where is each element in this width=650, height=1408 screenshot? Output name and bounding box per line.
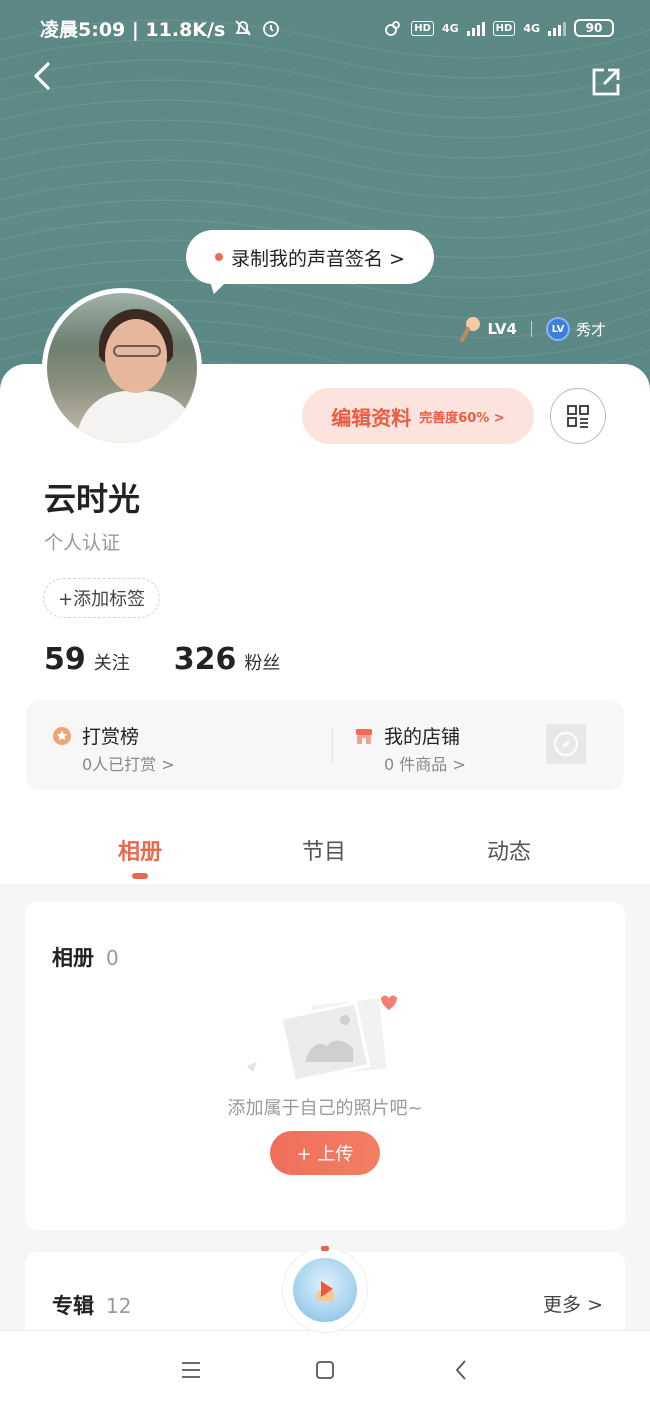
upload-button[interactable]: + 上传	[270, 1131, 380, 1175]
play-icon	[316, 1281, 334, 1301]
albums-more-link[interactable]: 更多 >	[543, 1290, 603, 1317]
active-tab-indicator	[132, 873, 148, 879]
link-icon	[385, 21, 401, 36]
user-name: 云时光	[44, 480, 141, 518]
content-tabs: 相册 节目 动态	[0, 826, 650, 886]
my-shop-title: 我的店铺	[384, 726, 461, 748]
rank-indicator[interactable]: LV 秀才	[545, 317, 606, 341]
player-floating-button[interactable]	[283, 1246, 367, 1332]
level-label: LV4	[487, 320, 517, 338]
level-row: LV4 LV 秀才	[459, 316, 606, 342]
my-shop-sub: 0 件商品 >	[384, 755, 466, 774]
qr-code-icon	[567, 405, 589, 428]
voice-signature-label: 录制我的声音签名 >	[231, 247, 405, 270]
notifications-off-icon	[235, 20, 251, 36]
empty-album-text: 添加属于自己的照片吧~	[227, 1098, 423, 1119]
battery-indicator: 90	[574, 19, 614, 37]
qr-code-button[interactable]	[550, 388, 606, 444]
microphone-icon	[460, 317, 481, 342]
status-bar: 凌晨5:09 | 11.8K/s HD 4G HD 4G 90	[40, 14, 614, 42]
hd-badge: HD	[411, 20, 434, 36]
compass-icon	[554, 732, 578, 756]
following-count: 59	[44, 642, 86, 677]
info-divider	[332, 728, 333, 764]
recent-apps-button[interactable]	[171, 1353, 211, 1387]
share-icon[interactable]	[590, 66, 622, 98]
avatar[interactable]	[42, 288, 202, 448]
menu-icon	[182, 1362, 200, 1378]
following-stat[interactable]: 59 关注	[44, 642, 130, 677]
player-indicator	[321, 1246, 329, 1251]
album-header: 相册 0	[52, 942, 119, 972]
reward-board-sub: 0人已打赏 >	[82, 755, 175, 774]
signal-strength-icon-2	[548, 20, 566, 36]
edit-profile-button[interactable]: 编辑资料 完善度60% >	[302, 388, 534, 444]
alarm-icon	[263, 21, 280, 37]
record-dot-icon	[215, 253, 224, 261]
level-indicator[interactable]: LV4	[459, 316, 517, 342]
reward-star-icon	[53, 727, 71, 745]
my-shop-entry[interactable]: 我的店铺 0 件商品 >	[354, 722, 466, 775]
tab-album[interactable]: 相册	[90, 834, 190, 866]
tab-activity[interactable]: 动态	[459, 834, 559, 866]
voice-signature-button[interactable]: 录制我的声音签名 >	[186, 230, 434, 294]
albums-title: 专辑	[52, 1294, 94, 1318]
completeness-label: 完善度60% >	[419, 410, 505, 426]
hd-badge-2: HD	[492, 20, 516, 36]
follow-stats: 59 关注 326 粉丝	[44, 642, 280, 677]
albums-header: 专辑 12	[52, 1290, 131, 1320]
avatar-body	[77, 391, 197, 443]
reward-board-entry[interactable]: 打赏榜 0人已打赏 >	[52, 722, 175, 775]
album-title: 相册	[52, 946, 94, 970]
back-arrow-icon[interactable]	[28, 58, 58, 94]
home-button[interactable]	[305, 1353, 345, 1387]
empty-photos-illustration	[247, 995, 397, 1083]
system-back-button[interactable]	[441, 1353, 481, 1387]
network-type: 4G	[441, 21, 459, 35]
player-cover	[293, 1258, 357, 1322]
system-navigation-bar	[0, 1330, 650, 1408]
following-label: 关注	[93, 653, 130, 674]
shop-icon	[356, 729, 372, 744]
fans-count: 326	[173, 642, 237, 677]
fans-stat[interactable]: 326 粉丝	[174, 642, 281, 677]
edit-profile-label: 编辑资料	[331, 405, 412, 430]
home-square-icon	[316, 1361, 334, 1379]
status-time-speed: 凌晨5:09 | 11.8K/s	[40, 18, 226, 41]
level-divider	[530, 321, 532, 337]
personal-verification-link[interactable]: 个人认证	[44, 528, 120, 555]
reward-board-title: 打赏榜	[82, 726, 140, 748]
rank-label: 秀才	[575, 320, 606, 339]
network-type-2: 4G	[523, 21, 540, 35]
signal-strength-icon	[466, 20, 485, 36]
add-tag-button[interactable]: +添加标签	[43, 578, 161, 618]
avatar-glasses	[113, 345, 161, 357]
lv-badge-icon: LV	[545, 317, 570, 341]
fans-label: 粉丝	[244, 653, 281, 674]
chevron-left-icon	[455, 1360, 466, 1380]
compass-button[interactable]	[546, 724, 586, 764]
tab-programs[interactable]: 节目	[274, 834, 374, 866]
album-card: 相册 0 添加属于自己的照片吧~ + 上传	[25, 902, 625, 1230]
info-box: 打赏榜 0人已打赏 > 我的店铺 0 件商品 >	[26, 700, 624, 790]
albums-count: 12	[106, 1294, 132, 1318]
album-count: 0	[106, 946, 119, 970]
